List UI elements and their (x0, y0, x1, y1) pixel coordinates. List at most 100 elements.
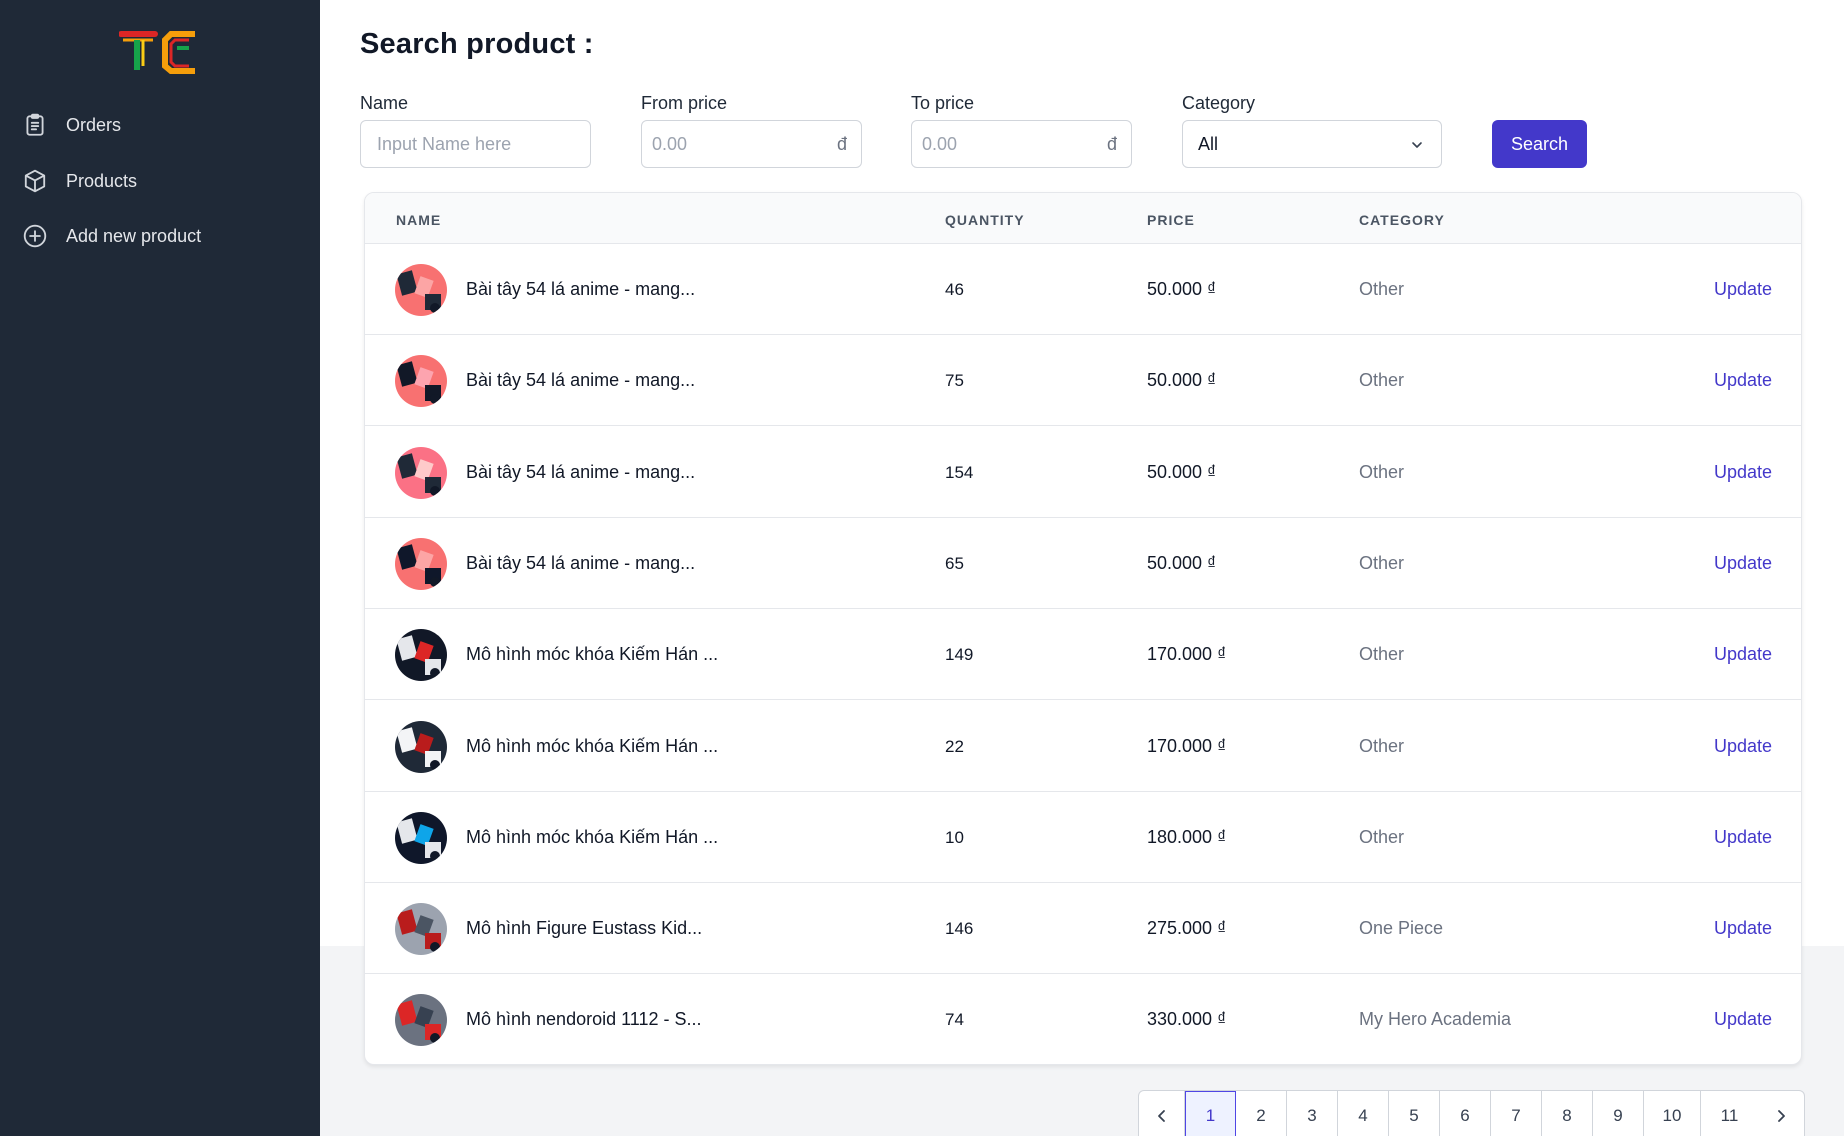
product-price: 275.000 ₫ (1147, 918, 1227, 939)
product-quantity: 46 (945, 280, 964, 299)
currency-suffix: đ (836, 134, 847, 154)
to-price-placeholder: 0.00 (922, 133, 958, 154)
page-button-2[interactable]: 2 (1236, 1091, 1287, 1136)
tc-logo[interactable] (118, 26, 201, 74)
table-row: Mô hình móc khóa Kiếm Hán ... 22 170.000 ₫… (365, 701, 1801, 792)
product-category: Other (1359, 826, 1405, 847)
table-row: Mô hình móc khóa Kiếm Hán ... 10 180.000 ₫… (365, 792, 1801, 883)
page-title: Search product : (360, 28, 594, 60)
product-thumbnail (395, 994, 447, 1047)
page-button-10[interactable]: 10 (1644, 1091, 1701, 1136)
search-button[interactable]: Search (1492, 120, 1587, 168)
chevron-down-icon (1412, 142, 1422, 148)
to-price-label: To price (911, 93, 975, 113)
table-row: Bài tây 54 lá anime - mang... 46 50.000 ₫ O… (365, 244, 1801, 335)
product-thumbnail (395, 264, 447, 316)
product-quantity: 146 (945, 919, 974, 939)
sidebar-item-products[interactable]: Products (22, 168, 137, 194)
sidebar-item-orders[interactable]: Orders (22, 112, 121, 138)
product-name: Bài tây 54 lá anime - mang... (466, 279, 696, 299)
page-button-3[interactable]: 3 (1287, 1091, 1338, 1136)
table-row: Mô hình Figure Eustass Kid... 146 275.000 … (365, 883, 1801, 975)
product-price: 180.000 ₫ (1147, 826, 1227, 847)
page-button-6[interactable]: 6 (1440, 1091, 1491, 1136)
product-category: Other (1359, 735, 1405, 756)
product-quantity: 75 (945, 371, 964, 391)
product-category: Other (1359, 461, 1405, 482)
table-row: Bài tây 54 lá anime - mang... 154 50.000 ₫… (365, 427, 1801, 518)
page-button-9[interactable]: 9 (1593, 1091, 1644, 1136)
update-link[interactable]: Update (1714, 462, 1772, 483)
sidebar-item-label: Add new product (66, 225, 202, 246)
update-link[interactable]: Update (1714, 279, 1772, 300)
product-thumbnail (395, 811, 447, 864)
product-thumbnail (395, 537, 447, 590)
table-row: Mô hình nendoroid 1112 - S... 74 330.000 ₫… (365, 974, 1801, 1064)
product-quantity: 74 (945, 1010, 964, 1030)
product-thumbnail (395, 446, 447, 499)
table-row: Mô hình móc khóa Kiếm Hán ... 149 170.000 … (365, 609, 1801, 701)
page-button-8[interactable]: 8 (1542, 1091, 1593, 1136)
sidebar-item-add-new-product[interactable]: Add new product (22, 223, 201, 249)
product-price: 170.000 ₫ (1147, 644, 1227, 665)
product-category: Other (1359, 644, 1405, 665)
product-price: 50.000 ₫ (1147, 552, 1217, 573)
product-quantity: 65 (945, 553, 964, 573)
clipboard-icon (22, 112, 48, 138)
product-price: 50.000 ₫ (1147, 279, 1217, 299)
product-price: 50.000 ₫ (1147, 370, 1217, 391)
product-name: Mô hình móc khóa Kiếm Hán ... (466, 826, 719, 847)
sidebar: Orders Products Add new product (0, 0, 320, 1136)
product-quantity: 154 (945, 462, 974, 482)
products-table: NAME QUANTITY PRICE CATEGORY Bài tây 54 … (364, 192, 1802, 1065)
page-button-5[interactable]: 5 (1389, 1091, 1440, 1136)
product-name: Bài tây 54 lá anime - mang... (466, 461, 696, 482)
product-category: One Piece (1359, 918, 1444, 939)
product-quantity: 149 (945, 645, 974, 665)
product-price: 330.000 ₫ (1147, 1009, 1227, 1030)
header-quantity: QUANTITY (945, 212, 1025, 228)
product-category: Other (1359, 279, 1405, 299)
update-link[interactable]: Update (1714, 370, 1772, 391)
update-link[interactable]: Update (1714, 736, 1772, 757)
header-price: PRICE (1147, 212, 1195, 228)
header-name: NAME (396, 212, 442, 228)
from-price-input[interactable]: 0.00 đ (641, 120, 862, 168)
cube-icon (22, 168, 48, 194)
category-label: Category (1182, 93, 1256, 113)
prev-page-button[interactable] (1139, 1091, 1185, 1136)
page-button-1[interactable]: 1 (1185, 1091, 1236, 1136)
currency-suffix: đ (1106, 134, 1117, 154)
chevron-left-icon (1157, 1110, 1165, 1122)
chevron-right-icon (1778, 1110, 1785, 1122)
pagination: 1 2 3 4 5 6 7 8 9 10 11 (1138, 1090, 1805, 1136)
category-select[interactable]: All (1182, 120, 1442, 168)
product-name: Mô hình móc khóa Kiếm Hán ... (466, 735, 719, 756)
table-row: Bài tây 54 lá anime - mang... 75 50.000 ₫ O… (365, 335, 1801, 427)
category-value: All (1198, 133, 1219, 154)
product-category: Other (1359, 370, 1405, 391)
from-price-label: From price (641, 93, 728, 113)
update-link[interactable]: Update (1714, 553, 1772, 574)
product-price: 50.000 ₫ (1147, 461, 1217, 482)
product-thumbnail (395, 629, 447, 682)
product-thumbnail (395, 355, 447, 408)
product-quantity: 10 (945, 827, 964, 847)
page-button-4[interactable]: 4 (1338, 1091, 1389, 1136)
product-category: Other (1359, 552, 1405, 573)
name-input[interactable]: Input Name here (360, 120, 591, 168)
name-label: Name (360, 93, 409, 113)
page-button-11[interactable]: 11 (1701, 1091, 1758, 1136)
to-price-input[interactable]: 0.00 đ (911, 120, 1132, 168)
next-page-button[interactable] (1758, 1091, 1804, 1136)
table-header: NAME QUANTITY PRICE CATEGORY (365, 193, 1801, 244)
update-link[interactable]: Update (1714, 644, 1772, 665)
product-name: Mô hình Figure Eustass Kid... (466, 918, 703, 939)
update-link[interactable]: Update (1714, 827, 1772, 848)
sidebar-item-label: Products (66, 170, 138, 191)
plus-circle-icon (22, 223, 48, 249)
page-button-7[interactable]: 7 (1491, 1091, 1542, 1136)
update-link[interactable]: Update (1714, 1009, 1772, 1030)
update-link[interactable]: Update (1714, 918, 1772, 939)
name-placeholder: Input Name here (377, 133, 512, 154)
